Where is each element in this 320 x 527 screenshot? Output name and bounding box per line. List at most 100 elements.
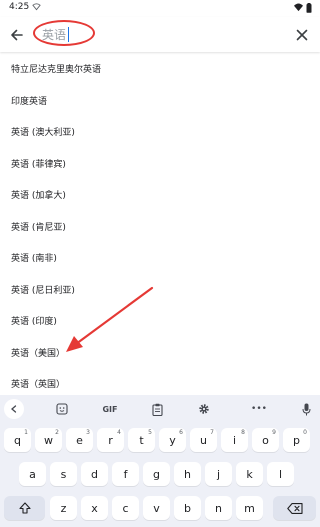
key-hint: 8 — [241, 429, 245, 436]
key-label: v — [153, 501, 160, 515]
key-label: q — [14, 433, 21, 447]
key-label: z — [60, 501, 67, 515]
key-s[interactable]: s — [50, 462, 77, 486]
key-hint: 9 — [272, 429, 276, 436]
key-u[interactable]: u7 — [190, 428, 217, 452]
key-label: e — [76, 433, 83, 447]
key-y[interactable]: y6 — [159, 428, 186, 452]
sticker-icon — [56, 403, 68, 415]
list-item-label: 英语（英国） — [11, 380, 66, 391]
more-button[interactable]: ••• — [248, 399, 270, 419]
list-item[interactable]: 英语 (南非) — [0, 242, 320, 274]
key-d[interactable]: d — [81, 462, 108, 486]
key-q[interactable]: q1 — [4, 428, 31, 452]
key-label: a — [29, 467, 36, 481]
backspace-key[interactable] — [273, 496, 316, 520]
sim-card-icon — [32, 3, 41, 11]
list-item[interactable]: 英语 (尼日利亚) — [0, 274, 320, 306]
key-hint: 7 — [210, 429, 214, 436]
key-g[interactable]: g — [143, 462, 170, 486]
list-item[interactable]: 特立尼达克里奥尔英语 — [0, 53, 320, 85]
list-item-label: 英语 (南非) — [11, 254, 57, 265]
search-bar — [0, 17, 320, 52]
key-hint: 5 — [148, 429, 152, 436]
list-item-label: 特立尼达克里奥尔英语 — [11, 65, 102, 76]
gif-button[interactable]: GIF — [98, 399, 122, 419]
list-item[interactable]: 英语 (加拿大) — [0, 179, 320, 211]
language-list: 特立尼达克里奥尔英语 印度英语 英语 (澳大利亚) 英语 (菲律宾) 英语 (加… — [0, 53, 320, 400]
list-item[interactable]: 英语 (肯尼亚) — [0, 211, 320, 243]
close-icon[interactable] — [292, 25, 312, 45]
key-a[interactable]: a — [19, 462, 46, 486]
key-label: c — [122, 501, 129, 515]
key-label: j — [216, 467, 221, 481]
key-m[interactable]: m — [236, 496, 263, 520]
list-item-label: 印度英语 — [11, 96, 48, 107]
wifi-icon — [294, 3, 303, 12]
key-p[interactable]: p0 — [283, 428, 310, 452]
key-k[interactable]: k — [236, 462, 263, 486]
key-label: m — [244, 501, 255, 515]
key-label: l — [278, 467, 283, 481]
key-label: p — [293, 433, 300, 447]
list-item-label: 英语 (菲律宾) — [11, 159, 66, 170]
key-n[interactable]: n — [205, 496, 232, 520]
key-label: n — [215, 501, 222, 515]
key-b[interactable]: b — [174, 496, 201, 520]
list-item-label: 英语 (尼日利亚) — [11, 285, 75, 296]
key-w[interactable]: w2 — [35, 428, 62, 452]
keyboard-toolbar: GIF ••• — [0, 395, 320, 423]
key-hint: 1 — [24, 429, 28, 436]
key-f[interactable]: f — [112, 462, 139, 486]
microphone-icon — [302, 403, 310, 415]
key-hint: 0 — [303, 429, 307, 436]
settings-button[interactable] — [194, 399, 214, 419]
list-item[interactable]: 英语 (印度) — [0, 305, 320, 337]
status-time: 4:25 — [9, 2, 30, 12]
key-i[interactable]: i8 — [221, 428, 248, 452]
key-z[interactable]: z — [50, 496, 77, 520]
key-label: t — [139, 433, 144, 447]
key-hint: 3 — [86, 429, 90, 436]
soft-keyboard: GIF ••• q1 w2 e3 r4 t 5 y 6 u 7 i 8 o 9 … — [0, 395, 320, 527]
status-bar: 4:25 — [0, 0, 320, 17]
key-t[interactable]: t5 — [128, 428, 155, 452]
key-hint: 4 — [117, 429, 121, 436]
key-label: g — [153, 467, 160, 481]
list-item[interactable]: 英语 (菲律宾) — [0, 148, 320, 180]
shift-key[interactable] — [4, 496, 45, 520]
key-label: b — [184, 501, 191, 515]
key-x[interactable]: x — [81, 496, 108, 520]
key-h[interactable]: h — [174, 462, 201, 486]
key-label: d — [91, 467, 98, 481]
key-hint: 2 — [55, 429, 59, 436]
key-label: k — [246, 467, 253, 481]
key-label: s — [60, 467, 67, 481]
back-arrow-icon[interactable] — [7, 25, 27, 45]
key-v[interactable]: v — [143, 496, 170, 520]
annotation-circle — [33, 20, 95, 46]
key-r[interactable]: r4 — [97, 428, 124, 452]
key-o[interactable]: o9 — [252, 428, 279, 452]
shift-icon — [18, 502, 31, 514]
key-label: r — [108, 433, 113, 447]
key-label: y — [169, 433, 176, 447]
list-item[interactable]: 印度英语 — [0, 85, 320, 117]
key-c[interactable]: c — [112, 496, 139, 520]
key-j[interactable]: j — [205, 462, 232, 486]
voice-input-button[interactable] — [298, 399, 314, 419]
key-hint: 6 — [179, 429, 183, 436]
key-label: o — [262, 433, 269, 447]
key-l[interactable]: l — [267, 462, 294, 486]
key-e[interactable]: e3 — [66, 428, 93, 452]
list-item[interactable]: 英语 (澳大利亚) — [0, 116, 320, 148]
chevron-left-icon — [11, 405, 17, 413]
gear-icon — [199, 404, 209, 414]
clipboard-button[interactable] — [147, 399, 167, 419]
collapse-keyboard-button[interactable] — [4, 399, 24, 419]
sticker-button[interactable] — [52, 399, 72, 419]
list-item-label: 英语（美国） — [11, 348, 66, 359]
key-label: w — [44, 433, 53, 447]
list-item[interactable]: 英语（美国） — [0, 337, 320, 369]
key-label: f — [123, 467, 128, 481]
